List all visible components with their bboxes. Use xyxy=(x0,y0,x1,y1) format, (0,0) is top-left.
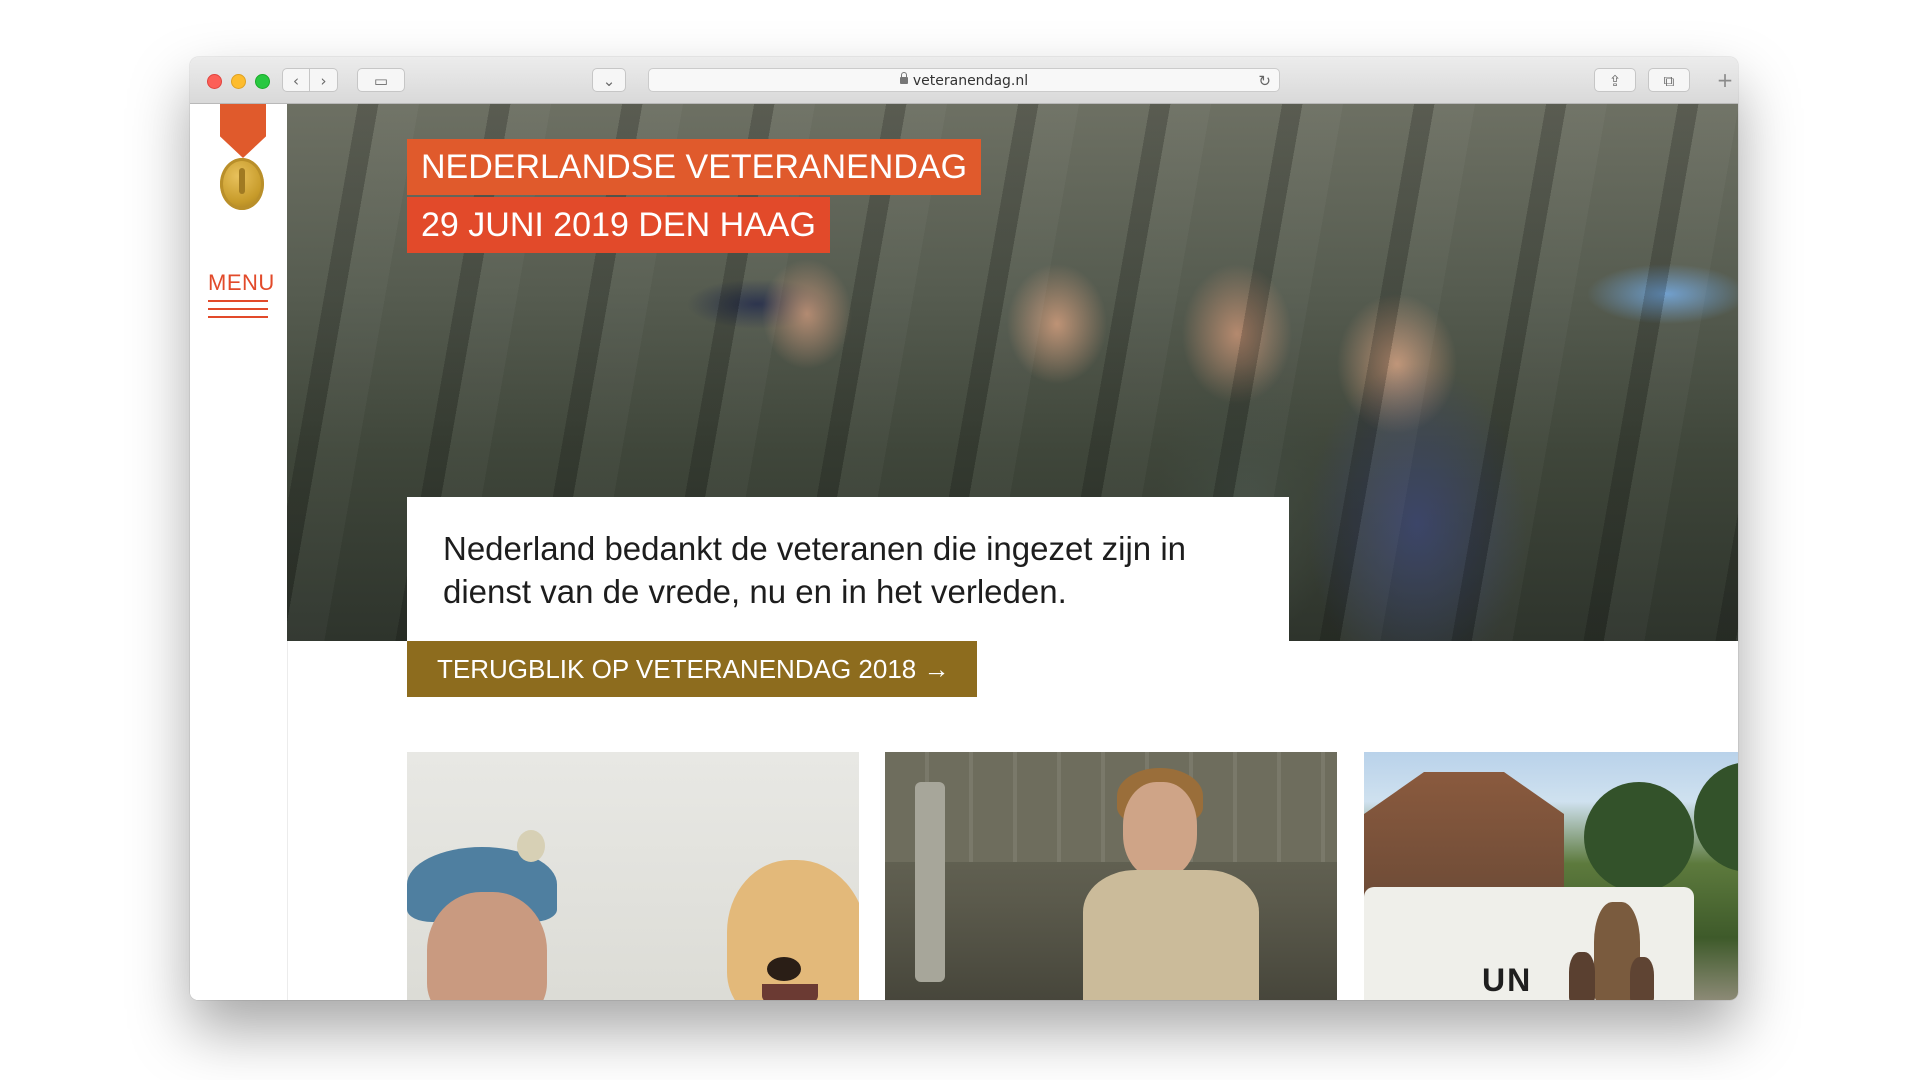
soldier-face xyxy=(1123,782,1197,878)
zoom-window-button[interactable] xyxy=(255,74,270,89)
pocket-button[interactable]: ⌄ xyxy=(592,68,626,92)
card-un-vehicle[interactable]: UN xyxy=(1364,752,1738,1000)
address-bar[interactable]: veteranendag.nl ↻ xyxy=(648,68,1280,92)
browser-window: ‹ › ▭ ⌄ veteranendag.nl ↻ ⇪ ⧉ + MENU NED… xyxy=(190,57,1738,1000)
plus-icon: + xyxy=(1716,68,1734,92)
menu-button[interactable]: MENU xyxy=(208,270,274,296)
chevron-right-icon: › xyxy=(320,72,327,90)
share-icon: ⇪ xyxy=(1608,72,1622,90)
retrospective-link-button[interactable]: TERUGBLIK OP VETERANENDAG 2018 → xyxy=(407,641,977,697)
card-veteran-with-dog[interactable] xyxy=(407,752,859,1000)
sidebar-icon: ▭ xyxy=(373,72,389,90)
web-page: MENU NEDERLANDSE VETERANENDAG 29 JUNI 20… xyxy=(190,104,1738,1000)
cargo-strap xyxy=(915,782,945,982)
card-female-soldier[interactable] xyxy=(885,752,1337,1000)
back-button[interactable]: ‹ xyxy=(282,68,310,92)
beret-badge xyxy=(517,830,545,862)
medal-logo-icon[interactable] xyxy=(220,158,264,210)
side-navigation: MENU xyxy=(190,104,288,1000)
pocket-icon: ⌄ xyxy=(602,72,616,90)
menu-line[interactable] xyxy=(208,308,268,310)
hero-date: 29 JUNI 2019 DEN HAAG xyxy=(407,197,830,253)
soldier-uniform xyxy=(1083,870,1259,1000)
veteran-face xyxy=(427,892,547,1000)
menu-line[interactable] xyxy=(208,300,268,302)
truck-un-text: UN xyxy=(1482,962,1533,998)
share-button[interactable]: ⇪ xyxy=(1594,68,1636,92)
url-text: veteranendag.nl xyxy=(912,73,1029,89)
reload-icon[interactable]: ↻ xyxy=(1258,69,1271,93)
tabs-icon: ⧉ xyxy=(1663,72,1675,90)
chevron-left-icon: ‹ xyxy=(293,72,299,90)
hero-tagline: Nederland bedankt de veteranen die ingez… xyxy=(407,497,1289,641)
new-tab-button[interactable]: + xyxy=(1712,68,1738,92)
sidebar-toggle-button[interactable]: ▭ xyxy=(357,68,405,92)
show-tabs-button[interactable]: ⧉ xyxy=(1648,68,1690,92)
menu-line[interactable] xyxy=(208,316,268,318)
browser-toolbar: ‹ › ▭ ⌄ veteranendag.nl ↻ ⇪ ⧉ + xyxy=(190,57,1738,104)
lock-icon xyxy=(899,72,908,84)
hero-title: NEDERLANDSE VETERANENDAG xyxy=(407,139,982,195)
medal-ribbon-logo[interactable] xyxy=(220,104,266,158)
close-window-button[interactable] xyxy=(207,74,222,89)
forward-button[interactable]: › xyxy=(310,68,338,92)
minimize-window-button[interactable] xyxy=(231,74,246,89)
